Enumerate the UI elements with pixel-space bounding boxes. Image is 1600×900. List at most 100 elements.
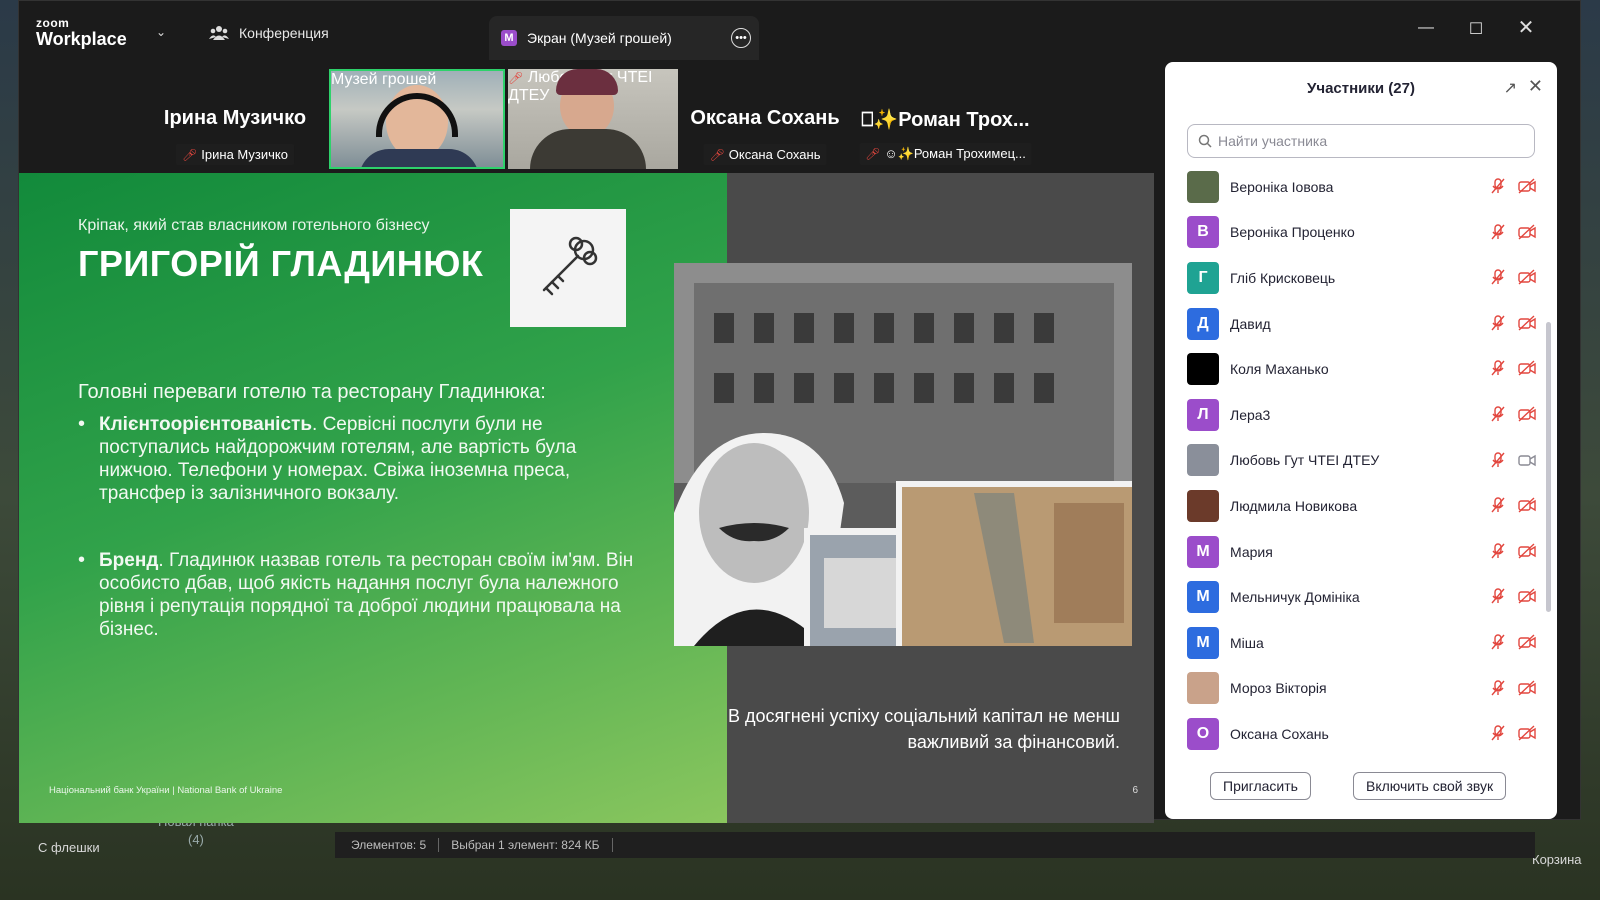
camera-off-icon[interactable] [1517,542,1536,560]
camera-off-icon[interactable] [1517,496,1536,514]
camera-off-icon[interactable] [1517,268,1536,286]
maximize-icon[interactable]: ☐ [1465,19,1487,39]
participant-row[interactable]: Л Лера3 [1187,392,1536,438]
logo-big: Workplace [36,29,127,49]
minimize-icon[interactable]: — [1415,19,1437,37]
participant-row[interactable]: М Мария [1187,529,1536,575]
slide-bullet: • Бренд. Гладинюк назвав готель та ресто… [78,549,638,641]
camera-off-icon[interactable] [1517,587,1536,605]
participant-name: Мороз Вікторія [1230,680,1327,697]
mic-muted-icon: 🎤︎ [182,147,198,162]
participant-name: Любовь Гут ЧТЕІ ДТЕУ [1230,452,1380,469]
unmute-button[interactable]: Включить свой звук [1353,772,1507,800]
slide-green-panel: Кріпак, який став власником готельного б… [19,173,727,823]
participant-status [1489,542,1536,560]
camera-off-icon[interactable] [1517,724,1536,742]
mic-muted-icon: 🎤︎ [865,147,881,161]
tab-conference-label: Конференция [239,25,329,41]
participant-status [1489,223,1536,241]
mic-muted-icon[interactable] [1489,496,1507,514]
mic-muted-icon: 🎤︎ [709,147,725,162]
mic-muted-icon[interactable] [1489,359,1507,377]
slide-page-number: 6 [1132,785,1138,796]
strip-tile[interactable]: Оксана Сохань 🎤︎ Оксана Сохань [681,69,849,169]
strip-video-active[interactable]: Музей грошей [329,69,505,169]
participant-status [1489,587,1536,605]
strip-tile[interactable]: ⎕✨Роман Трох... 🎤︎ ☺✨Роман Трохимец... [853,69,1038,169]
bullet-body: . Гладинюк назвав готель та ресторан сво… [99,550,634,640]
participant-row[interactable]: Мороз Вікторія [1187,666,1536,712]
participant-row[interactable]: Любовь Гут ЧТЕІ ДТЕУ [1187,438,1536,484]
bullet-bold: Клієнтоорієнтованість [99,414,313,435]
avatar: О [1187,717,1219,750]
participant-row[interactable]: Д Давид [1187,301,1536,347]
participant-row[interactable]: Г Гліб Крисковець [1187,255,1536,301]
invite-button[interactable]: Пригласить [1210,772,1311,800]
camera-off-icon[interactable] [1517,177,1536,195]
mic-muted-icon[interactable] [1489,314,1507,332]
participant-row[interactable]: Людмила Новикова [1187,483,1536,529]
key-image [510,209,626,327]
people-icon [209,26,229,40]
tile-caption-text: Ірина Музичко [201,147,288,162]
tab-screen-share[interactable]: M Экран (Музей грошей) ••• [489,16,759,60]
avatar [1187,170,1219,203]
explorer-status-bar: Элементов: 5 Выбран 1 элемент: 824 КБ [335,832,1535,858]
panel-scrollbar[interactable] [1546,322,1551,612]
camera-off-icon[interactable] [1517,359,1536,377]
avatar [1187,444,1219,477]
participant-row[interactable]: Коля Маханько [1187,346,1536,392]
camera-off-icon[interactable] [1517,223,1536,241]
close-icon[interactable]: ✕ [1528,76,1543,97]
avatar [1187,672,1219,705]
strip-tile[interactable]: Ірина Музичко 🎤︎ Ірина Музичко [144,69,326,169]
participant-row[interactable]: М Мельничук Домініка [1187,574,1536,620]
desktop-label-flash[interactable]: С флешки [38,840,100,855]
participant-status [1489,496,1536,514]
participant-name: Вероніка Проценко [1230,224,1355,241]
desktop-label-trash[interactable]: Корзина [1532,852,1582,867]
mic-muted-icon[interactable] [1489,587,1507,605]
tab-conference[interactable]: Конференция [209,25,329,41]
mic-muted-icon: 🎤︎ [508,71,524,85]
participant-status [1489,724,1536,742]
mic-muted-icon[interactable] [1489,223,1507,241]
search-input[interactable] [1218,133,1518,149]
mic-muted-icon[interactable] [1489,633,1507,651]
mic-muted-icon[interactable] [1489,268,1507,286]
mic-muted-icon[interactable] [1489,724,1507,742]
camera-icon[interactable] [1517,451,1536,469]
avatar: М [1187,535,1219,568]
mic-muted-icon[interactable] [1489,177,1507,195]
mic-muted-icon[interactable] [1489,542,1507,560]
avatar: М [1187,626,1219,659]
mic-muted-icon[interactable] [1489,405,1507,423]
participant-status [1489,451,1536,469]
slide-lead: Головні переваги готелю та ресторану Гла… [78,381,546,403]
bullet-dot: • [78,549,86,571]
search-box[interactable] [1187,124,1535,158]
screen-badge: M [501,30,517,46]
close-window-icon[interactable]: ✕ [1515,15,1537,40]
mic-muted-icon[interactable] [1489,451,1507,469]
collage-image [674,263,1132,646]
avatar: Д [1187,307,1219,340]
participant-row[interactable]: М Міша [1187,620,1536,666]
camera-off-icon[interactable] [1517,405,1536,423]
camera-off-icon[interactable] [1517,314,1536,332]
slide-footer: Національний банк України | National Ban… [49,785,283,796]
tab-screen-label: Экран (Музей грошей) [527,30,672,46]
chevron-down-icon[interactable]: ⌄ [156,25,166,39]
camera-off-icon[interactable] [1517,633,1536,651]
bullet-dot: • [78,413,86,435]
camera-off-icon[interactable] [1517,679,1536,697]
participant-name: Лера3 [1230,406,1271,423]
strip-video[interactable]: 🎤︎ Любовь Гут ЧТЕІ ДТЕУ [508,69,678,169]
participant-row[interactable]: Вероніка Іовова [1187,164,1536,210]
mic-muted-icon[interactable] [1489,679,1507,697]
participant-row[interactable]: О Оксана Сохань [1187,711,1536,757]
avatar: Л [1187,398,1219,431]
more-options-icon[interactable]: ••• [731,28,751,48]
popout-icon[interactable]: ↗ [1504,78,1517,98]
participant-row[interactable]: В Вероніка Проценко [1187,210,1536,256]
